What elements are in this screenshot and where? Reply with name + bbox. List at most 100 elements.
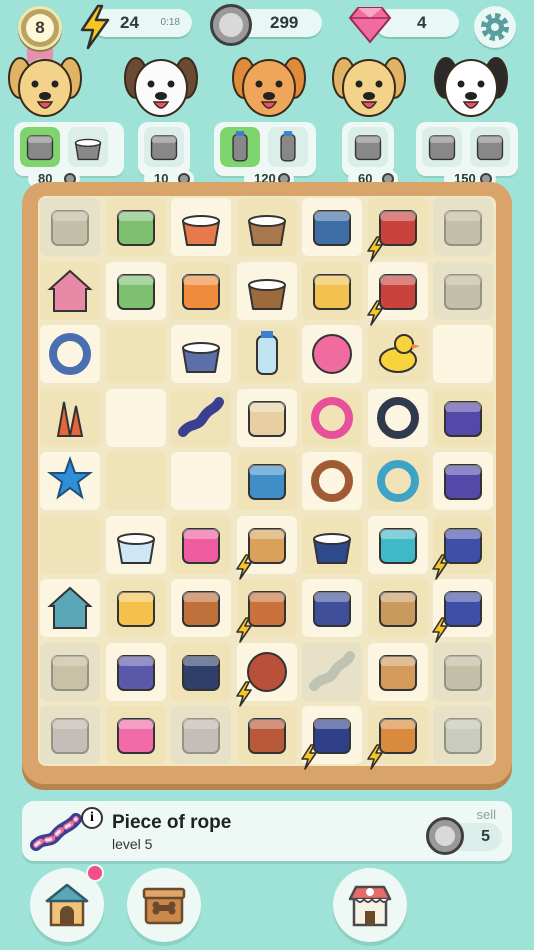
board-cell-locked-bone[interactable] [40,706,100,764]
corgi-icon [232,57,306,117]
board-cell-mitt[interactable] [105,642,166,701]
dog-labrador[interactable] [326,44,412,130]
rope-toy-icon [178,396,224,437]
board-cell-agility-hoop[interactable] [40,325,100,383]
dog-beagle[interactable] [118,44,204,130]
board-cell-dog-bowl-stand[interactable] [236,261,297,320]
request-card[interactable] [14,122,124,176]
board-cell-veggie-crate-generator[interactable] [366,706,428,770]
board-cell-locked-rock[interactable] [433,198,493,256]
board-cell-tool-caddy-generator[interactable] [301,706,362,770]
board-cell-locked-rock[interactable] [40,198,100,256]
board-cell-blue-collar[interactable] [367,452,428,510]
storage-box-button[interactable] [127,868,201,942]
board-cell-locked-rope[interactable] [302,642,362,701]
board-cell-rubber-duck[interactable] [367,325,428,383]
locked-rope-icon [309,650,355,691]
board-cell-treat-bag[interactable] [236,388,297,447]
board-cell-blue-star-toy[interactable] [40,452,100,510]
board-cell-agility-ramp[interactable] [40,261,100,320]
board-cell-rope-toy[interactable] [171,388,231,447]
shop-button[interactable] [333,868,407,942]
shampoo-bottle-icon [232,131,248,162]
board-cell-hammer[interactable] [302,261,362,320]
board-cell-tennis-ball[interactable] [302,325,362,383]
board-cell-treat-crate-timer[interactable] [236,706,297,764]
board-cell-toolbox-generator[interactable] [366,261,428,326]
board-cell-locked-stick[interactable] [40,642,100,701]
board-cell-grooming-bag-generator[interactable] [432,515,493,580]
brown-collar-icon [311,460,353,502]
board-cell-pink-brush[interactable] [171,515,231,574]
board-cell-ball-crate-generator[interactable] [235,642,297,707]
board-cell-foam-tub[interactable] [105,515,166,574]
board-cell-paint-can[interactable] [302,515,362,574]
board-cell-pink-collar[interactable] [302,388,362,447]
lightning-bolt-icon [235,680,252,707]
board-cell-water-bottle[interactable] [236,325,297,383]
request-card[interactable] [342,122,394,176]
dog-border-collie[interactable] [428,44,514,130]
info-icon[interactable]: i [81,807,103,829]
request-card[interactable] [138,122,190,176]
board-cell-pliers[interactable] [302,198,362,256]
board-cell-brown-collar[interactable] [302,452,362,510]
board-cell-empty[interactable] [171,452,231,510]
board-cell-pink-soap[interactable] [105,706,166,764]
pink-brush-icon [182,527,220,564]
request-card[interactable] [416,122,518,176]
request-card[interactable] [214,122,316,176]
board-cell-dog-house[interactable] [40,579,100,637]
board-cell-cleaning-caddy-generator[interactable] [432,579,493,643]
treat-bag-icon [247,400,286,437]
board-cell-toy-crate-generator[interactable] [235,515,297,580]
dog-golden-retriever[interactable] [2,44,88,130]
grooming-kit-icon [444,400,482,437]
board-cell-toolbox-generator[interactable] [366,198,428,262]
board-cell-supply-cabinet-timer[interactable] [302,579,362,637]
board-cell-sponge[interactable] [105,579,166,637]
board-cell-paper-bag[interactable] [367,579,428,637]
board-cell-empty[interactable] [105,325,166,383]
blue-collar-icon [376,460,419,502]
board-cell-studded-collar[interactable] [367,388,428,447]
tennis-ball-icon [312,334,352,374]
board-cell-hair-brush[interactable] [171,579,231,637]
hair-brush-icon [182,591,220,627]
board-cell-garden-trowel[interactable] [105,261,166,320]
board-cell-pruning-shears[interactable] [105,198,166,256]
locked-shelf-icon [444,718,482,754]
dog-house-icon [47,586,93,629]
treat-crate-timer-icon [247,718,286,754]
board-cell-toy-bag[interactable] [236,452,297,510]
sell-button[interactable]: 5 [426,817,502,855]
request-slot [470,127,510,167]
dog-corgi[interactable] [226,44,312,130]
board-cell-locked-bone[interactable] [171,706,231,764]
board-cell-paw-tray[interactable] [171,261,231,320]
settings-button[interactable] [474,6,516,48]
board-cell-nail-clipper[interactable] [171,642,231,701]
board-cell-locked-rock[interactable] [433,261,493,320]
board-cell-locked-rock[interactable] [433,642,493,701]
canned-food-icon [182,215,220,246]
board-cell-toy-box-generator[interactable] [235,579,297,643]
board-cell-kibble-bowl[interactable] [171,325,231,383]
paint-can-icon [313,532,351,564]
request-slot [348,127,388,167]
board-cell-locked-shelf[interactable] [433,706,493,764]
spray-bottle-icon [280,131,296,162]
pink-leash-icon [428,135,456,161]
board-cell-empty[interactable] [105,452,166,510]
mitt-icon [116,654,155,691]
board-cell-grooming-kit-open[interactable] [433,452,493,510]
board-cell-sneaker[interactable] [367,515,428,574]
board-cell-traffic-cones[interactable] [40,388,100,447]
board-cell-canned-food[interactable] [171,198,231,256]
board-cell-wooden-bucket[interactable] [236,198,297,256]
board-cell-empty[interactable] [433,325,493,383]
board-cell-food-box-timer[interactable] [367,642,428,701]
board-cell-grooming-kit[interactable] [433,388,493,447]
board-cell-empty[interactable] [40,515,100,574]
board-cell-empty[interactable] [105,388,166,447]
